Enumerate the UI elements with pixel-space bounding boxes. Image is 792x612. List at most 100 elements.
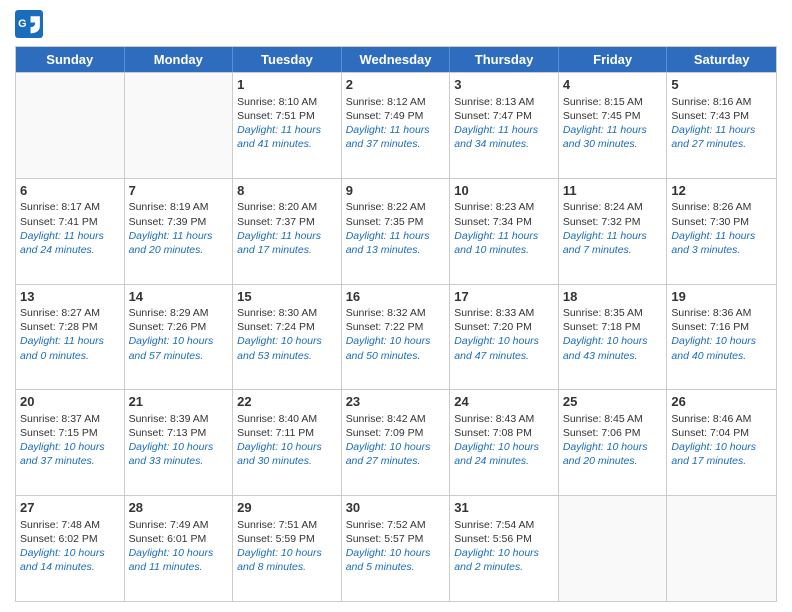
day-number: 19 [671, 288, 772, 306]
calendar-day-4: 4 Sunrise: 8:15 AM Sunset: 7:45 PM Daylight… [559, 73, 668, 178]
calendar-day-29: 29Sunrise: 7:51 AMSunset: 5:59 PMDayligh… [233, 496, 342, 601]
daylight-text: Daylight: 10 hours and 27 minutes. [346, 441, 431, 467]
sunset-text: Sunset: 5:59 PM [237, 533, 315, 545]
daylight-text: Daylight: 11 hours and 30 minutes. [563, 124, 647, 150]
daylight-text: Daylight: 10 hours and 2 minutes. [454, 547, 539, 573]
sunrise-text: Sunrise: 7:49 AM [129, 519, 209, 531]
sunset-text: Sunset: 7:22 PM [346, 321, 424, 333]
sunset-text: Sunset: 7:28 PM [20, 321, 98, 333]
sunrise-text: Sunrise: 8:13 AM [454, 96, 534, 108]
calendar-day-24: 24Sunrise: 8:43 AMSunset: 7:08 PMDayligh… [450, 390, 559, 495]
day-number: 10 [454, 182, 554, 200]
header: G [15, 10, 777, 38]
calendar-day-empty [16, 73, 125, 178]
sunrise-text: Sunrise: 8:15 AM [563, 96, 643, 108]
sunset-text: Sunset: 7:34 PM [454, 216, 532, 228]
day-number: 29 [237, 499, 337, 517]
calendar-day-14: 14Sunrise: 8:29 AMSunset: 7:26 PMDayligh… [125, 285, 234, 390]
sunrise-text: Sunrise: 7:48 AM [20, 519, 100, 531]
day-number: 21 [129, 393, 229, 411]
sunset-text: Sunset: 7:09 PM [346, 427, 424, 439]
sunset-text: Sunset: 7:04 PM [671, 427, 749, 439]
sunset-text: Sunset: 7:35 PM [346, 216, 424, 228]
day-number: 31 [454, 499, 554, 517]
calendar-day-7: 7Sunrise: 8:19 AMSunset: 7:39 PMDaylight… [125, 179, 234, 284]
calendar-day-empty [667, 496, 776, 601]
sunset-text: Sunset: 7:39 PM [129, 216, 207, 228]
weekday-header-friday: Friday [559, 47, 668, 72]
daylight-text: Daylight: 11 hours and 27 minutes. [671, 124, 755, 150]
sunset-text: Sunset: 6:01 PM [129, 533, 207, 545]
sunset-text: Sunset: 6:02 PM [20, 533, 98, 545]
sunrise-text: Sunrise: 8:27 AM [20, 307, 100, 319]
calendar-day-9: 9Sunrise: 8:22 AMSunset: 7:35 PMDaylight… [342, 179, 451, 284]
calendar-week-4: 20Sunrise: 8:37 AMSunset: 7:15 PMDayligh… [16, 389, 776, 495]
day-number: 15 [237, 288, 337, 306]
day-number: 8 [237, 182, 337, 200]
calendar-week-1: 1 Sunrise: 8:10 AM Sunset: 7:51 PM Daylight… [16, 72, 776, 178]
sunset-text: Sunset: 5:56 PM [454, 533, 532, 545]
day-number: 17 [454, 288, 554, 306]
sunset-text: Sunset: 5:57 PM [346, 533, 424, 545]
day-number: 1 [237, 76, 337, 94]
calendar-day-18: 18Sunrise: 8:35 AMSunset: 7:18 PMDayligh… [559, 285, 668, 390]
day-number: 22 [237, 393, 337, 411]
day-number: 7 [129, 182, 229, 200]
sunrise-text: Sunrise: 8:43 AM [454, 413, 534, 425]
sunrise-text: Sunrise: 8:23 AM [454, 201, 534, 213]
calendar-day-13: 13Sunrise: 8:27 AMSunset: 7:28 PMDayligh… [16, 285, 125, 390]
sunset-text: Sunset: 7:15 PM [20, 427, 98, 439]
calendar-day-1: 1 Sunrise: 8:10 AM Sunset: 7:51 PM Daylight… [233, 73, 342, 178]
calendar-day-23: 23Sunrise: 8:42 AMSunset: 7:09 PMDayligh… [342, 390, 451, 495]
daylight-text: Daylight: 10 hours and 17 minutes. [671, 441, 756, 467]
calendar-day-5: 5Sunrise: 8:16 AMSunset: 7:43 PMDaylight… [667, 73, 776, 178]
day-number: 25 [563, 393, 663, 411]
calendar-day-6: 6Sunrise: 8:17 AMSunset: 7:41 PMDaylight… [16, 179, 125, 284]
sunrise-text: Sunrise: 8:46 AM [671, 413, 751, 425]
calendar-day-16: 16Sunrise: 8:32 AMSunset: 7:22 PMDayligh… [342, 285, 451, 390]
day-number: 14 [129, 288, 229, 306]
calendar-day-8: 8Sunrise: 8:20 AMSunset: 7:37 PMDaylight… [233, 179, 342, 284]
weekday-header-tuesday: Tuesday [233, 47, 342, 72]
sunrise-text: Sunrise: 8:36 AM [671, 307, 751, 319]
daylight-text: Daylight: 10 hours and 50 minutes. [346, 335, 431, 361]
daylight-text: Daylight: 10 hours and 5 minutes. [346, 547, 431, 573]
sunset-text: Sunset: 7:06 PM [563, 427, 641, 439]
sunrise-text: Sunrise: 8:40 AM [237, 413, 317, 425]
day-number: 4 [563, 76, 663, 94]
daylight-text: Daylight: 11 hours and 37 minutes. [346, 124, 430, 150]
daylight-text: Daylight: 10 hours and 30 minutes. [237, 441, 322, 467]
daylight-text: Daylight: 11 hours and 7 minutes. [563, 230, 647, 256]
sunset-text: Sunset: 7:32 PM [563, 216, 641, 228]
daylight-text: Daylight: 11 hours and 41 minutes. [237, 124, 321, 150]
daylight-text: Daylight: 10 hours and 20 minutes. [563, 441, 648, 467]
daylight-text: Daylight: 10 hours and 40 minutes. [671, 335, 756, 361]
sunset-text: Sunset: 7:47 PM [454, 110, 532, 122]
sunset-text: Sunset: 7:45 PM [563, 110, 641, 122]
day-number: 6 [20, 182, 120, 200]
daylight-text: Daylight: 10 hours and 53 minutes. [237, 335, 322, 361]
weekday-header-monday: Monday [125, 47, 234, 72]
sunrise-text: Sunrise: 8:30 AM [237, 307, 317, 319]
day-number: 30 [346, 499, 446, 517]
sunrise-text: Sunrise: 8:32 AM [346, 307, 426, 319]
sunset-text: Sunset: 7:43 PM [671, 110, 749, 122]
weekday-header-saturday: Saturday [667, 47, 776, 72]
sunrise-text: Sunrise: 8:22 AM [346, 201, 426, 213]
sunset-text: Sunset: 7:37 PM [237, 216, 315, 228]
daylight-text: Daylight: 10 hours and 37 minutes. [20, 441, 105, 467]
sunset-text: Sunset: 7:51 PM [237, 110, 315, 122]
calendar: SundayMondayTuesdayWednesdayThursdayFrid… [15, 46, 777, 602]
day-number: 24 [454, 393, 554, 411]
sunset-text: Sunset: 7:11 PM [237, 427, 314, 439]
calendar-day-3: 3Sunrise: 8:13 AMSunset: 7:47 PMDaylight… [450, 73, 559, 178]
sunset-text: Sunset: 7:41 PM [20, 216, 98, 228]
day-number: 26 [671, 393, 772, 411]
weekday-header-thursday: Thursday [450, 47, 559, 72]
calendar-header: SundayMondayTuesdayWednesdayThursdayFrid… [16, 47, 776, 72]
calendar-day-12: 12Sunrise: 8:26 AMSunset: 7:30 PMDayligh… [667, 179, 776, 284]
sunrise-text: Sunrise: 8:45 AM [563, 413, 643, 425]
sunrise-text: Sunrise: 8:10 AM [237, 96, 317, 108]
day-number: 9 [346, 182, 446, 200]
sunset-text: Sunset: 7:26 PM [129, 321, 207, 333]
